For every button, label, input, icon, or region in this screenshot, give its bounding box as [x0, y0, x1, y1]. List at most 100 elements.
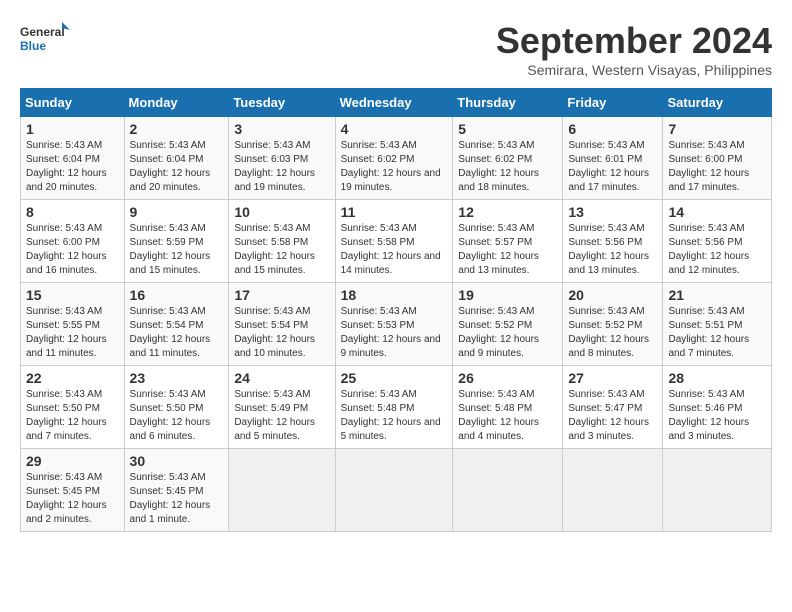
table-row — [563, 449, 663, 532]
day-info: Sunrise: 5:43 AM Sunset: 5:52 PM Dayligh… — [458, 305, 557, 361]
svg-text:General: General — [20, 25, 65, 39]
day-number: 27 — [568, 370, 657, 386]
svg-text:Blue: Blue — [20, 39, 46, 53]
table-row: 13 Sunrise: 5:43 AM Sunset: 5:56 PM Dayl… — [563, 200, 663, 283]
table-row: 11 Sunrise: 5:43 AM Sunset: 5:58 PM Dayl… — [335, 200, 453, 283]
header-saturday: Saturday — [663, 89, 772, 117]
day-info: Sunrise: 5:43 AM Sunset: 5:59 PM Dayligh… — [130, 222, 224, 278]
day-number: 26 — [458, 370, 557, 386]
calendar-week-row: 1 Sunrise: 5:43 AM Sunset: 6:04 PM Dayli… — [21, 117, 772, 200]
day-info: Sunrise: 5:43 AM Sunset: 5:57 PM Dayligh… — [458, 222, 557, 278]
day-info: Sunrise: 5:43 AM Sunset: 6:00 PM Dayligh… — [668, 139, 766, 195]
day-number: 24 — [234, 370, 329, 386]
day-number: 21 — [668, 287, 766, 303]
table-row — [453, 449, 563, 532]
day-number: 19 — [458, 287, 557, 303]
day-info: Sunrise: 5:43 AM Sunset: 6:03 PM Dayligh… — [234, 139, 329, 195]
day-info: Sunrise: 5:43 AM Sunset: 5:47 PM Dayligh… — [568, 388, 657, 444]
day-number: 28 — [668, 370, 766, 386]
day-number: 5 — [458, 121, 557, 137]
day-number: 14 — [668, 204, 766, 220]
day-number: 7 — [668, 121, 766, 137]
table-row: 19 Sunrise: 5:43 AM Sunset: 5:52 PM Dayl… — [453, 283, 563, 366]
header-thursday: Thursday — [453, 89, 563, 117]
day-info: Sunrise: 5:43 AM Sunset: 5:58 PM Dayligh… — [234, 222, 329, 278]
calendar-table: Sunday Monday Tuesday Wednesday Thursday… — [20, 88, 772, 532]
calendar-week-row: 8 Sunrise: 5:43 AM Sunset: 6:00 PM Dayli… — [21, 200, 772, 283]
day-number: 1 — [26, 121, 119, 137]
day-info: Sunrise: 5:43 AM Sunset: 5:48 PM Dayligh… — [341, 388, 448, 444]
table-row: 21 Sunrise: 5:43 AM Sunset: 5:51 PM Dayl… — [663, 283, 772, 366]
table-row: 27 Sunrise: 5:43 AM Sunset: 5:47 PM Dayl… — [563, 366, 663, 449]
day-number: 6 — [568, 121, 657, 137]
table-row: 5 Sunrise: 5:43 AM Sunset: 6:02 PM Dayli… — [453, 117, 563, 200]
table-row: 8 Sunrise: 5:43 AM Sunset: 6:00 PM Dayli… — [21, 200, 125, 283]
header-wednesday: Wednesday — [335, 89, 453, 117]
day-info: Sunrise: 5:43 AM Sunset: 5:58 PM Dayligh… — [341, 222, 448, 278]
table-row: 28 Sunrise: 5:43 AM Sunset: 5:46 PM Dayl… — [663, 366, 772, 449]
table-row: 4 Sunrise: 5:43 AM Sunset: 6:02 PM Dayli… — [335, 117, 453, 200]
day-info: Sunrise: 5:43 AM Sunset: 5:52 PM Dayligh… — [568, 305, 657, 361]
table-row: 18 Sunrise: 5:43 AM Sunset: 5:53 PM Dayl… — [335, 283, 453, 366]
month-title: September 2024 — [496, 20, 772, 62]
table-row — [335, 449, 453, 532]
table-row: 29 Sunrise: 5:43 AM Sunset: 5:45 PM Dayl… — [21, 449, 125, 532]
day-number: 10 — [234, 204, 329, 220]
table-row: 2 Sunrise: 5:43 AM Sunset: 6:04 PM Dayli… — [124, 117, 229, 200]
day-number: 9 — [130, 204, 224, 220]
day-info: Sunrise: 5:43 AM Sunset: 5:55 PM Dayligh… — [26, 305, 119, 361]
calendar-week-row: 29 Sunrise: 5:43 AM Sunset: 5:45 PM Dayl… — [21, 449, 772, 532]
table-row: 6 Sunrise: 5:43 AM Sunset: 6:01 PM Dayli… — [563, 117, 663, 200]
table-row — [229, 449, 335, 532]
table-row: 23 Sunrise: 5:43 AM Sunset: 5:50 PM Dayl… — [124, 366, 229, 449]
logo-icon: General Blue — [20, 20, 70, 60]
day-number: 15 — [26, 287, 119, 303]
day-number: 16 — [130, 287, 224, 303]
day-number: 8 — [26, 204, 119, 220]
table-row: 30 Sunrise: 5:43 AM Sunset: 5:45 PM Dayl… — [124, 449, 229, 532]
day-number: 3 — [234, 121, 329, 137]
table-row: 15 Sunrise: 5:43 AM Sunset: 5:55 PM Dayl… — [21, 283, 125, 366]
day-info: Sunrise: 5:43 AM Sunset: 5:53 PM Dayligh… — [341, 305, 448, 361]
day-number: 29 — [26, 453, 119, 469]
title-section: September 2024 Semirara, Western Visayas… — [496, 20, 772, 78]
day-number: 25 — [341, 370, 448, 386]
logo: General Blue — [20, 20, 70, 60]
day-number: 30 — [130, 453, 224, 469]
day-info: Sunrise: 5:43 AM Sunset: 5:45 PM Dayligh… — [26, 471, 119, 527]
table-row: 24 Sunrise: 5:43 AM Sunset: 5:49 PM Dayl… — [229, 366, 335, 449]
calendar-week-row: 15 Sunrise: 5:43 AM Sunset: 5:55 PM Dayl… — [21, 283, 772, 366]
calendar-header-row: Sunday Monday Tuesday Wednesday Thursday… — [21, 89, 772, 117]
table-row: 1 Sunrise: 5:43 AM Sunset: 6:04 PM Dayli… — [21, 117, 125, 200]
calendar-week-row: 22 Sunrise: 5:43 AM Sunset: 5:50 PM Dayl… — [21, 366, 772, 449]
day-number: 12 — [458, 204, 557, 220]
table-row: 26 Sunrise: 5:43 AM Sunset: 5:48 PM Dayl… — [453, 366, 563, 449]
day-number: 17 — [234, 287, 329, 303]
day-info: Sunrise: 5:43 AM Sunset: 5:50 PM Dayligh… — [26, 388, 119, 444]
day-info: Sunrise: 5:43 AM Sunset: 5:48 PM Dayligh… — [458, 388, 557, 444]
table-row: 9 Sunrise: 5:43 AM Sunset: 5:59 PM Dayli… — [124, 200, 229, 283]
day-info: Sunrise: 5:43 AM Sunset: 6:00 PM Dayligh… — [26, 222, 119, 278]
day-info: Sunrise: 5:43 AM Sunset: 5:54 PM Dayligh… — [130, 305, 224, 361]
day-info: Sunrise: 5:43 AM Sunset: 6:04 PM Dayligh… — [130, 139, 224, 195]
header-tuesday: Tuesday — [229, 89, 335, 117]
table-row: 20 Sunrise: 5:43 AM Sunset: 5:52 PM Dayl… — [563, 283, 663, 366]
day-info: Sunrise: 5:43 AM Sunset: 6:02 PM Dayligh… — [341, 139, 448, 195]
day-number: 13 — [568, 204, 657, 220]
table-row: 14 Sunrise: 5:43 AM Sunset: 5:56 PM Dayl… — [663, 200, 772, 283]
day-number: 20 — [568, 287, 657, 303]
day-info: Sunrise: 5:43 AM Sunset: 5:54 PM Dayligh… — [234, 305, 329, 361]
table-row: 22 Sunrise: 5:43 AM Sunset: 5:50 PM Dayl… — [21, 366, 125, 449]
header-sunday: Sunday — [21, 89, 125, 117]
day-info: Sunrise: 5:43 AM Sunset: 5:46 PM Dayligh… — [668, 388, 766, 444]
day-number: 22 — [26, 370, 119, 386]
day-number: 23 — [130, 370, 224, 386]
table-row: 10 Sunrise: 5:43 AM Sunset: 5:58 PM Dayl… — [229, 200, 335, 283]
day-info: Sunrise: 5:43 AM Sunset: 6:04 PM Dayligh… — [26, 139, 119, 195]
day-number: 4 — [341, 121, 448, 137]
day-info: Sunrise: 5:43 AM Sunset: 5:49 PM Dayligh… — [234, 388, 329, 444]
header-friday: Friday — [563, 89, 663, 117]
day-number: 2 — [130, 121, 224, 137]
table-row: 7 Sunrise: 5:43 AM Sunset: 6:00 PM Dayli… — [663, 117, 772, 200]
day-info: Sunrise: 5:43 AM Sunset: 5:56 PM Dayligh… — [668, 222, 766, 278]
